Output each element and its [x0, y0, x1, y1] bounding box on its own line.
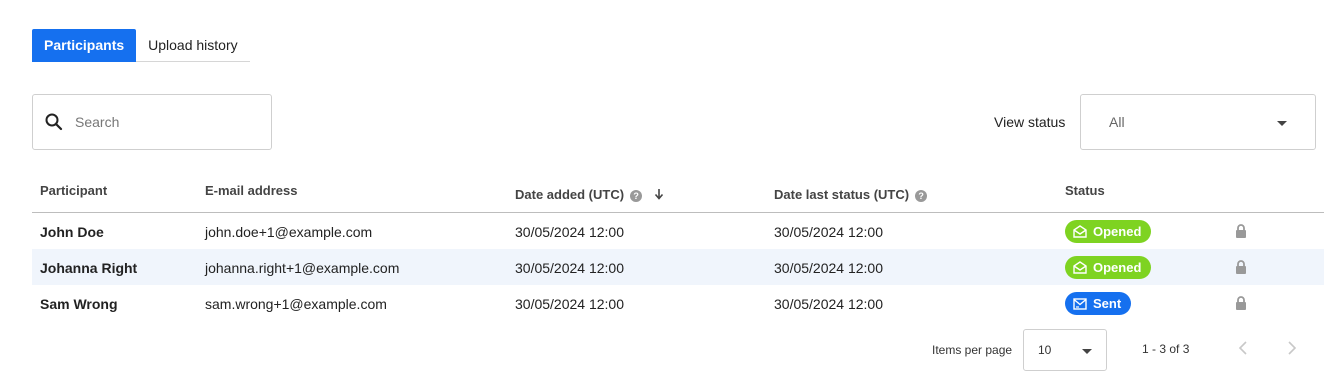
column-header-participant: Participant: [40, 183, 108, 198]
date-last-status: 30/05/2024 12:00: [774, 224, 883, 240]
items-per-page-value: 10: [1038, 343, 1052, 357]
participant-email: johanna.right+1@example.com: [205, 260, 400, 276]
participant-name: John Doe: [40, 224, 104, 240]
column-header-date-last-status: Date last status (UTC)?: [774, 187, 928, 202]
chevron-left-icon[interactable]: [1238, 340, 1248, 360]
search-box[interactable]: [32, 94, 272, 150]
table-row[interactable]: Johanna Right johanna.right+1@example.co…: [32, 249, 1324, 285]
info-icon[interactable]: ?: [915, 189, 928, 202]
status-badge-label: Sent: [1093, 296, 1122, 311]
lock-icon: [1235, 224, 1247, 243]
date-last-status: 30/05/2024 12:00: [774, 260, 883, 276]
lock-icon: [1235, 296, 1247, 315]
date-added: 30/05/2024 12:00: [515, 224, 624, 240]
envelope-open-icon: [1073, 225, 1087, 238]
arrow-down-icon[interactable]: [654, 188, 664, 203]
date-added: 30/05/2024 12:00: [515, 296, 624, 312]
date-last-status: 30/05/2024 12:00: [774, 296, 883, 312]
caret-down-icon: [1277, 121, 1287, 126]
caret-down-icon: [1082, 349, 1092, 354]
view-status-select[interactable]: All: [1080, 94, 1316, 150]
envelope-icon: [1073, 297, 1087, 310]
participant-email: john.doe+1@example.com: [205, 224, 373, 240]
participant-name: Johanna Right: [40, 260, 138, 276]
tab-upload-history[interactable]: Upload history: [136, 29, 250, 62]
items-per-page-label: Items per page: [932, 343, 1013, 357]
pagination-range: 1 - 3 of 3: [1142, 342, 1190, 356]
status-badge-label: Opened: [1093, 260, 1142, 275]
search-input[interactable]: [75, 114, 255, 130]
column-header-status: Status: [1065, 183, 1105, 198]
items-per-page-select[interactable]: 10: [1023, 329, 1107, 371]
date-added: 30/05/2024 12:00: [515, 260, 624, 276]
column-header-email: E-mail address: [205, 183, 298, 198]
status-badge: Opened: [1065, 220, 1152, 243]
view-status-label: View status: [994, 114, 1066, 130]
status-badge: Opened: [1065, 256, 1152, 279]
chevron-right-icon[interactable]: [1287, 340, 1297, 360]
column-header-date-last-status-label: Date last status (UTC): [774, 187, 910, 202]
lock-icon: [1235, 260, 1247, 279]
search-icon: [45, 113, 63, 131]
envelope-open-icon: [1073, 261, 1087, 274]
column-header-date-added[interactable]: Date added (UTC)?: [515, 187, 664, 203]
status-badge: Sent: [1065, 292, 1132, 315]
tab-participants[interactable]: Participants: [32, 29, 137, 62]
status-badge-label: Opened: [1093, 224, 1142, 239]
participant-name: Sam Wrong: [40, 296, 118, 312]
info-icon[interactable]: ?: [630, 189, 643, 202]
tab-bar: Participants Upload history: [32, 29, 250, 62]
column-header-date-added-label: Date added (UTC): [515, 187, 625, 202]
view-status-value: All: [1109, 114, 1125, 130]
participant-email: sam.wrong+1@example.com: [205, 296, 387, 312]
table-row[interactable]: Sam Wrong sam.wrong+1@example.com 30/05/…: [32, 285, 1324, 321]
table-row[interactable]: John Doe john.doe+1@example.com 30/05/20…: [32, 213, 1324, 249]
